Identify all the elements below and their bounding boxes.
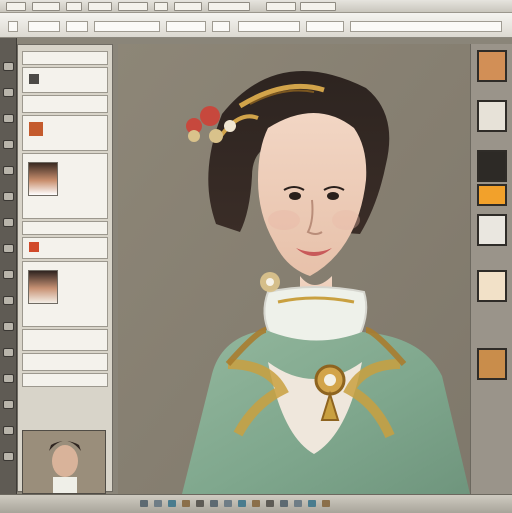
layer-thumbnail — [28, 270, 58, 304]
options-bar — [0, 13, 512, 38]
layer-card[interactable] — [22, 329, 108, 351]
layers-panel — [17, 44, 113, 492]
layer-icon — [29, 74, 39, 84]
path-tool-icon[interactable] — [3, 374, 14, 383]
option-field[interactable] — [238, 21, 300, 32]
menu-item[interactable] — [32, 2, 60, 11]
status-icon[interactable] — [252, 500, 260, 507]
option-field[interactable] — [212, 21, 230, 32]
layer-card[interactable] — [22, 373, 108, 387]
type-tool-icon[interactable] — [3, 348, 14, 357]
dock-thumbnail[interactable] — [477, 214, 507, 246]
shape-tool-icon[interactable] — [3, 400, 14, 409]
layer-card[interactable] — [22, 261, 108, 327]
eyedropper-tool-icon[interactable] — [3, 166, 14, 175]
status-icon[interactable] — [308, 500, 316, 507]
color-swatch — [29, 242, 39, 252]
panel-header[interactable] — [22, 51, 108, 65]
layer-card[interactable] — [22, 153, 108, 219]
status-icon[interactable] — [224, 500, 232, 507]
status-icon[interactable] — [238, 500, 246, 507]
menu-item[interactable] — [300, 2, 336, 11]
layer-card[interactable] — [22, 67, 108, 93]
lasso-tool-icon[interactable] — [3, 114, 14, 123]
tools-panel — [0, 38, 17, 494]
dock-thumbnail[interactable] — [477, 50, 507, 82]
status-icon[interactable] — [280, 500, 288, 507]
option-field[interactable] — [350, 21, 502, 32]
dock-thumbnail[interactable] — [477, 100, 507, 132]
color-swatch — [29, 122, 43, 136]
option-field[interactable] — [166, 21, 206, 32]
hand-tool-icon[interactable] — [3, 426, 14, 435]
clone-tool-icon[interactable] — [3, 218, 14, 227]
layer-card[interactable] — [22, 237, 108, 259]
pen-tool-icon[interactable] — [3, 322, 14, 331]
marquee-tool-icon[interactable] — [3, 88, 14, 97]
menu-item[interactable] — [266, 2, 296, 11]
menu-item[interactable] — [6, 2, 26, 11]
status-icon[interactable] — [182, 500, 190, 507]
status-icon[interactable] — [196, 500, 204, 507]
status-icon[interactable] — [154, 500, 162, 507]
status-icon[interactable] — [266, 500, 274, 507]
navigator-thumbnail[interactable] — [22, 430, 106, 494]
document-canvas[interactable] — [118, 44, 470, 494]
layer-card[interactable] — [22, 115, 108, 151]
dock-thumbnail[interactable] — [477, 150, 507, 182]
layer-card[interactable] — [22, 95, 108, 113]
status-icon[interactable] — [210, 500, 218, 507]
menu-item[interactable] — [88, 2, 112, 11]
layer-card[interactable] — [22, 221, 108, 235]
status-icon[interactable] — [322, 500, 330, 507]
zoom-tool-icon[interactable] — [3, 452, 14, 461]
brush-tool-icon[interactable] — [3, 192, 14, 201]
tool-preset-icon[interactable] — [8, 21, 18, 32]
menu-item[interactable] — [208, 2, 250, 11]
option-field[interactable] — [306, 21, 344, 32]
menu-item[interactable] — [66, 2, 82, 11]
option-field[interactable] — [66, 21, 88, 32]
option-field[interactable] — [94, 21, 160, 32]
status-bar — [0, 494, 512, 513]
status-icon[interactable] — [168, 500, 176, 507]
eraser-tool-icon[interactable] — [3, 244, 14, 253]
layer-card[interactable] — [22, 353, 108, 371]
dock-thumbnail[interactable] — [477, 184, 507, 206]
menu-bar — [0, 0, 512, 13]
status-icon[interactable] — [140, 500, 148, 507]
right-dock — [470, 44, 512, 494]
dock-thumbnail[interactable] — [477, 270, 507, 302]
dodge-tool-icon[interactable] — [3, 296, 14, 305]
move-tool-icon[interactable] — [3, 62, 14, 71]
option-field[interactable] — [28, 21, 60, 32]
crop-tool-icon[interactable] — [3, 140, 14, 149]
layer-thumbnail — [28, 162, 58, 196]
menu-item[interactable] — [118, 2, 148, 11]
menu-item[interactable] — [174, 2, 202, 11]
status-icon[interactable] — [294, 500, 302, 507]
dock-thumbnail[interactable] — [477, 348, 507, 380]
menu-item[interactable] — [154, 2, 168, 11]
gradient-tool-icon[interactable] — [3, 270, 14, 279]
